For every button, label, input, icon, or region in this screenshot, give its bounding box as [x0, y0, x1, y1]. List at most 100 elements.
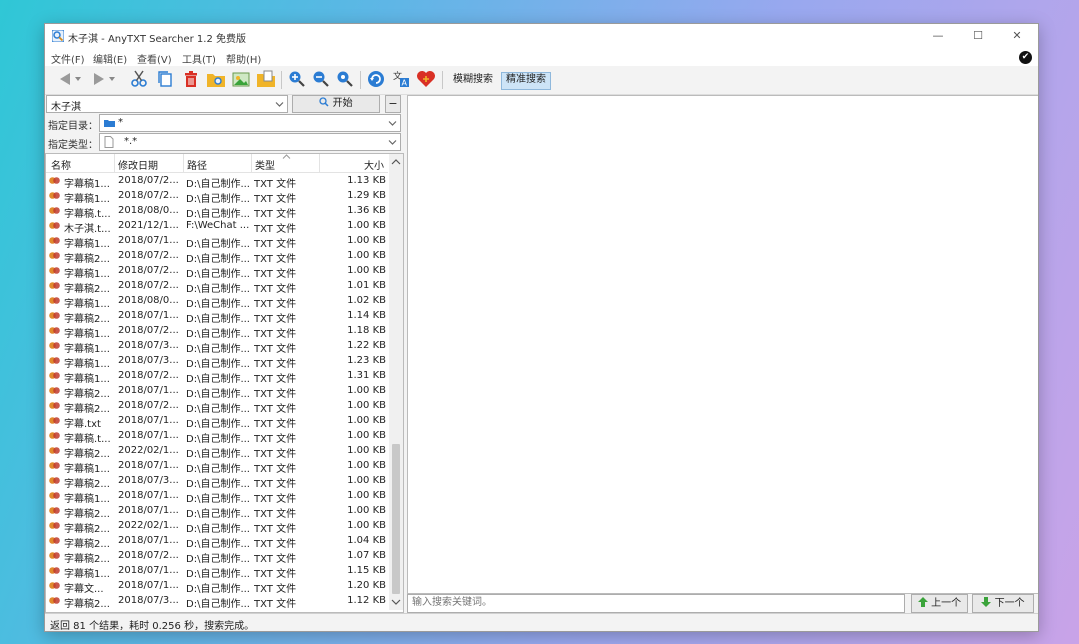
menu-edit[interactable]: 编辑(E)	[93, 51, 127, 66]
cell-date: 2022/02/1...	[118, 445, 179, 456]
back-button[interactable]	[55, 69, 75, 89]
refresh-button[interactable]	[366, 69, 386, 89]
minimize-button[interactable]: —	[918, 24, 958, 48]
cell-date: 2018/07/1...	[118, 460, 179, 471]
check-circle-icon[interactable]: ✔	[1019, 51, 1032, 64]
open-file-button[interactable]	[231, 69, 251, 89]
find-field[interactable]	[407, 594, 905, 613]
table-row[interactable]: 字幕稿1... 2018/07/3... D:\自己制作... TXT 文件 1.22 …	[46, 338, 388, 355]
table-row[interactable]: 字幕稿1... 2018/07/1... D:\自己制作... TXT 文件 1.00 …	[46, 458, 388, 475]
table-row[interactable]: 字幕稿2... 2018/07/1... D:\自己制作... TXT 文件 1.04 …	[46, 533, 388, 550]
menu-file[interactable]: 文件(F)	[51, 51, 85, 66]
table-row[interactable]: 字幕稿1... 2018/07/2... D:\自己制作... TXT 文件 1.00 …	[46, 263, 388, 280]
open-folder-button[interactable]	[206, 69, 226, 89]
table-row[interactable]: 字幕稿.t... 2018/08/0... D:\自己制作... TXT 文件 1.36…	[46, 203, 388, 220]
cell-date: 2018/07/1...	[118, 565, 179, 576]
fuzzy-search-button[interactable]: 模糊搜索	[449, 72, 497, 88]
type-value: *.*	[124, 136, 138, 147]
table-row[interactable]: 字幕文... 2018/07/1... D:\自己制作... TXT 文件 1.20 K…	[46, 578, 388, 595]
cell-size: 1.00 KB	[347, 415, 386, 426]
column-divider[interactable]	[319, 154, 320, 172]
collapse-button[interactable]: −	[385, 95, 401, 113]
scrollbar-thumb[interactable]	[392, 444, 400, 594]
copy-button[interactable]	[155, 69, 175, 89]
table-row[interactable]: 字幕稿2... 2018/07/1... D:\自己制作... TXT 文件 1.00 …	[46, 383, 388, 400]
export-button[interactable]	[256, 69, 276, 89]
column-path[interactable]: 路径	[187, 157, 207, 172]
table-row[interactable]: 字幕稿1... 2018/08/0... D:\自己制作... TXT 文件 1.02 …	[46, 293, 388, 310]
preview-pane[interactable]	[407, 95, 1038, 594]
txt-file-icon	[49, 582, 60, 589]
forward-button[interactable]	[89, 69, 109, 89]
cut-button[interactable]	[129, 69, 149, 89]
table-row[interactable]: 字幕稿1... 2018/07/2... D:\自己制作... TXT 文件 1.13 …	[46, 173, 388, 190]
column-type[interactable]: 类型	[255, 157, 275, 172]
results-scrollbar[interactable]	[389, 154, 403, 610]
find-next-button[interactable]: 下一个	[972, 594, 1034, 613]
table-row[interactable]: 字幕.txt 2018/07/1... D:\自己制作... TXT 文件 1.00 K…	[46, 413, 388, 430]
find-prev-button[interactable]: 上一个	[911, 594, 968, 613]
zoom-in-icon	[289, 71, 305, 87]
table-row[interactable]: 字幕稿1... 2018/07/1... D:\自己制作... TXT 文件 1.00 …	[46, 488, 388, 505]
cell-name: 字幕稿2...	[64, 599, 110, 610]
menu-tools[interactable]: 工具(T)	[182, 51, 216, 66]
find-input[interactable]	[408, 595, 904, 610]
table-row[interactable]: 字幕稿1... 2018/07/2... D:\自己制作... TXT 文件 1.18 …	[46, 323, 388, 340]
exact-search-button[interactable]: 精准搜索	[501, 72, 551, 90]
query-combobox[interactable]: 木子淇	[46, 95, 288, 113]
zoom-in-button[interactable]	[287, 69, 307, 89]
zoom-out-button[interactable]	[311, 69, 331, 89]
dir-combobox[interactable]: *	[99, 114, 401, 132]
chevron-down-icon	[275, 102, 284, 107]
table-row[interactable]: 字幕稿1... 2018/07/1... D:\自己制作... TXT 文件 1.15 …	[46, 563, 388, 580]
table-row[interactable]: 字幕稿2... 2022/02/1... D:\自己制作... TXT 文件 1.00 …	[46, 443, 388, 460]
table-row[interactable]: 字幕稿2... 2018/07/2... D:\自己制作... TXT 文件 1.00 …	[46, 248, 388, 265]
column-divider[interactable]	[114, 154, 115, 172]
txt-file-icon	[49, 567, 60, 574]
forward-dropdown[interactable]	[107, 69, 117, 89]
table-row[interactable]: 字幕稿1... 2018/07/2... D:\自己制作... TXT 文件 1.31 …	[46, 368, 388, 385]
folder-network-icon	[104, 120, 115, 127]
table-row[interactable]: 字幕稿1... 2018/07/1... D:\自己制作... TXT 文件 1.00 …	[46, 233, 388, 250]
table-row[interactable]: 木子淇.t... 2021/12/1... F:\WeChat ... TXT 文件 1…	[46, 218, 388, 235]
scroll-down-icon[interactable]	[389, 596, 403, 608]
table-row[interactable]: 字幕稿2... 2018/07/2... D:\自己制作... TXT 文件 1.00 …	[46, 398, 388, 415]
delete-button[interactable]	[181, 69, 201, 89]
back-dropdown[interactable]	[73, 69, 83, 89]
column-size[interactable]: 大小	[364, 157, 384, 172]
scroll-up-icon[interactable]	[389, 156, 403, 168]
column-divider[interactable]	[183, 154, 184, 172]
table-row[interactable]: 字幕稿1... 2018/07/2... D:\自己制作... TXT 文件 1.29 …	[46, 188, 388, 205]
table-row[interactable]: 字幕稿2... 2022/02/1... D:\自己制作... TXT 文件 1.00 …	[46, 518, 388, 535]
column-divider[interactable]	[251, 154, 252, 172]
results-list[interactable]: 名称 修改日期 路径 类型 大小 字幕稿1... 2018/07/2... D:\自…	[45, 153, 404, 613]
type-combobox[interactable]: *.*	[99, 133, 401, 151]
cell-date: 2018/07/1...	[118, 505, 179, 516]
cell-date: 2018/07/1...	[118, 580, 179, 591]
txt-file-icon	[49, 252, 60, 259]
table-row[interactable]: 字幕稿2... 2018/07/3... D:\自己制作... TXT 文件 1.00 …	[46, 473, 388, 490]
translate-button[interactable]: 文 A	[391, 69, 411, 89]
table-row[interactable]: 字幕稿1... 2018/07/3... D:\自己制作... TXT 文件 1.23 …	[46, 353, 388, 370]
table-row[interactable]: 字幕稿2... 2018/07/2... D:\自己制作... TXT 文件 1.01 …	[46, 278, 388, 295]
table-row[interactable]: 字幕稿2... 2018/07/1... D:\自己制作... TXT 文件 1.00 …	[46, 503, 388, 520]
table-row[interactable]: 字幕稿2... 2018/07/1... D:\自己制作... TXT 文件 1.14 …	[46, 308, 388, 325]
zoom-reset-button[interactable]	[335, 69, 355, 89]
menu-view[interactable]: 查看(V)	[137, 51, 172, 66]
cell-size: 1.00 KB	[347, 250, 386, 261]
donate-button[interactable]	[416, 69, 436, 89]
close-button[interactable]: ✕	[997, 24, 1037, 48]
cell-size: 1.00 KB	[347, 400, 386, 411]
maximize-button[interactable]: ☐	[958, 24, 998, 48]
column-mtime[interactable]: 修改日期	[118, 157, 158, 172]
menu-help[interactable]: 帮助(H)	[226, 51, 261, 66]
start-search-button[interactable]: 开始	[292, 95, 380, 113]
table-row[interactable]: 字幕稿.t... 2018/07/1... D:\自己制作... TXT 文件 1.00…	[46, 428, 388, 445]
column-name[interactable]: 名称	[51, 157, 71, 172]
table-row[interactable]: 字幕稿2... 2018/07/2... D:\自己制作... TXT 文件 1.07 …	[46, 548, 388, 565]
txt-file-icon	[49, 267, 60, 274]
caret-down-icon	[75, 77, 81, 81]
table-row[interactable]: 字幕稿2... 2018/07/3... D:\自己制作... TXT 文件 1.12 …	[46, 593, 388, 610]
cell-size: 1.15 KB	[347, 565, 386, 576]
cell-size: 1.36 KB	[347, 205, 386, 216]
